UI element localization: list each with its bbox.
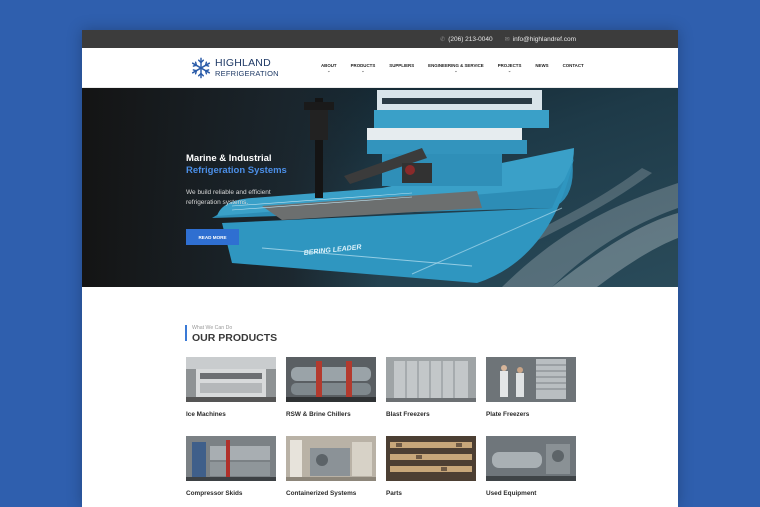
products-section: What We Can Do OUR PRODUCTS Ice Machines… (82, 287, 678, 507)
nav-suppliers[interactable]: SUPPLIERS (382, 63, 421, 73)
chevron-down-icon: ⌄ (327, 68, 331, 73)
site-header: HIGHLAND REFRIGERATION ABOUT ⌄ PRODUCTS ⌄ … (82, 48, 678, 88)
product-image (486, 357, 576, 402)
mail-icon: ✉ (504, 36, 510, 43)
phone-number: (206) 213-0040 (448, 35, 493, 43)
product-label: Containerized Systems (286, 490, 357, 497)
nav-projects[interactable]: PROJECTS ⌄ (491, 63, 529, 73)
product-label: RSW & Brine Chillers (286, 411, 351, 418)
product-card-parts[interactable]: Parts (386, 436, 476, 507)
product-label: Plate Freezers (486, 411, 530, 418)
logo-line-2: REFRIGERATION (215, 68, 279, 78)
hero-title-line-1: Marine & Industrial (186, 153, 272, 164)
hero-title-line-2: Refrigeration Systems (186, 165, 287, 176)
site-logo[interactable]: HIGHLAND REFRIGERATION (190, 57, 279, 79)
product-card-rsw-brine-chillers[interactable]: RSW & Brine Chillers (286, 357, 376, 436)
website-page: ✆ (206) 213-0040 ✉ info@highlandref.com (82, 30, 678, 507)
product-label: Blast Freezers (386, 411, 430, 418)
chevron-down-icon: ⌄ (454, 68, 458, 73)
section-accent-bar (185, 325, 187, 341)
chevron-down-icon: ⌄ (507, 68, 512, 73)
product-card-blast-freezers[interactable]: Blast Freezers (386, 357, 476, 436)
product-image (186, 357, 276, 402)
logo-line-1: HIGHLAND (215, 57, 271, 69)
product-image (186, 436, 276, 481)
top-contact-bar: ✆ (206) 213-0040 ✉ info@highlandref.com (82, 30, 678, 48)
product-label: Compressor Skids (186, 490, 243, 497)
nav-about[interactable]: ABOUT ⌄ (314, 63, 344, 73)
email-link[interactable]: ✉ info@highlandref.com (505, 36, 576, 43)
section-eyebrow: What We Can Do (192, 325, 233, 331)
hero-subtitle: We build reliable and efficient refriger… (186, 189, 271, 206)
hero-ship-image: BERING LEADER (82, 88, 678, 287)
product-card-compressor-skids[interactable]: Compressor Skids (186, 436, 276, 507)
phone-icon: ✆ (440, 36, 446, 43)
snowflake-icon (191, 57, 211, 78)
phone-link[interactable]: ✆ (206) 213-0040 (440, 36, 492, 43)
nav-products[interactable]: PRODUCTS ⌄ (344, 63, 383, 73)
product-card-containerized-systems[interactable]: Containerized Systems (286, 436, 376, 507)
hero-banner: BERING LEADER Marine & Industrial Refrig… (82, 88, 678, 287)
product-label: Used Equipment (486, 490, 537, 497)
nav-news[interactable]: NEWS (528, 63, 555, 73)
product-card-ice-machines[interactable]: Ice Machines (186, 357, 276, 436)
product-card-plate-freezers[interactable]: Plate Freezers (486, 357, 576, 436)
products-grid: Ice Machines RSW & Brine Chillers Blast … (186, 357, 576, 507)
main-nav: ABOUT ⌄ PRODUCTS ⌄ SUPPLIERS ENGINEERING &… (314, 48, 591, 88)
product-label: Ice Machines (186, 411, 226, 418)
read-more-button[interactable]: READ MORE (186, 229, 239, 245)
product-image (386, 357, 476, 402)
nav-engineering-service[interactable]: ENGINEERING & SERVICE ⌄ (421, 63, 491, 73)
product-image (286, 436, 376, 481)
product-image (286, 357, 376, 402)
product-image (386, 436, 476, 481)
chevron-down-icon: ⌄ (361, 68, 365, 73)
nav-contact[interactable]: CONTACT (556, 63, 591, 73)
product-label: Parts (386, 490, 402, 497)
product-card-used-equipment[interactable]: Used Equipment (486, 436, 576, 507)
email-address: info@highlandref.com (512, 35, 576, 43)
product-image (486, 436, 576, 481)
section-title: OUR PRODUCTS (192, 332, 278, 344)
